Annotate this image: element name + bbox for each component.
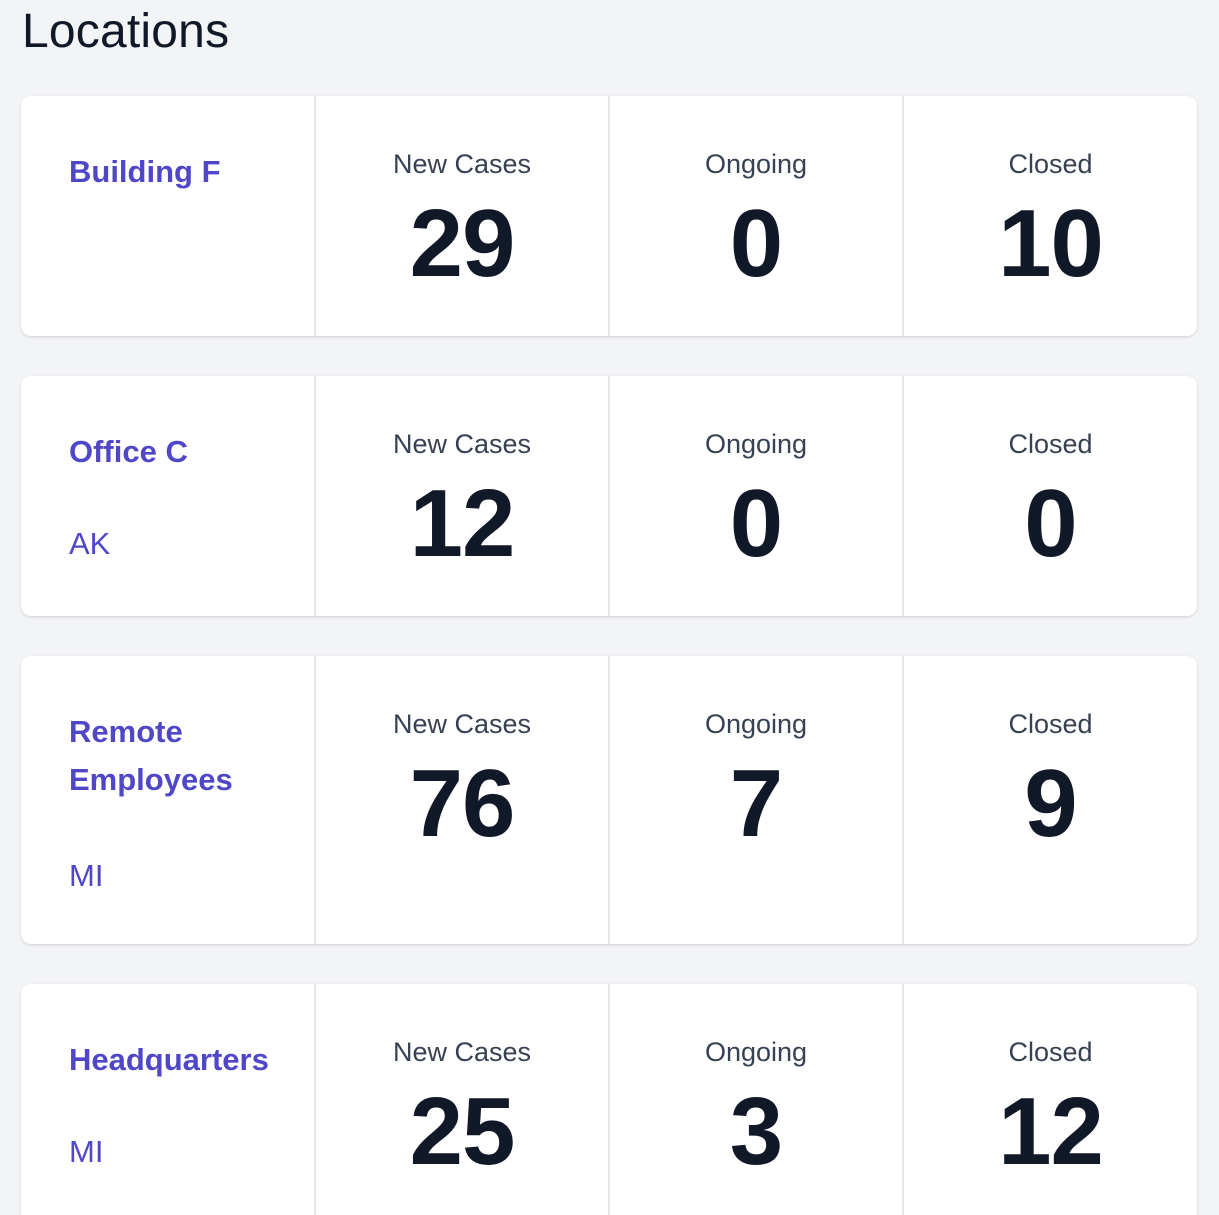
- ongoing-value: 3: [729, 1078, 783, 1185]
- location-card: Remote Employees MI New Cases 76 Ongoing…: [21, 656, 1197, 944]
- locations-page: Locations Building F New Cases 29 Ongoin…: [0, 0, 1219, 1215]
- closed-value: 10: [998, 190, 1104, 297]
- new-cases-value: 29: [409, 190, 516, 297]
- ongoing-stat: Ongoing 0: [610, 96, 904, 336]
- new-cases-value: 12: [409, 470, 516, 577]
- ongoing-value: 0: [729, 190, 783, 297]
- closed-value: 12: [998, 1078, 1104, 1185]
- location-card: Office C AK New Cases 12 Ongoing 0 Close…: [21, 376, 1197, 616]
- new-cases-stat: New Cases 25: [316, 984, 610, 1215]
- ongoing-value: 7: [729, 750, 783, 857]
- location-info: Office C AK: [21, 376, 316, 616]
- new-cases-stat: New Cases 29: [316, 96, 610, 336]
- closed-label: Closed: [1008, 429, 1093, 459]
- closed-stat: Closed 0: [904, 376, 1197, 616]
- location-name-link[interactable]: Office C: [69, 428, 314, 476]
- new-cases-label: New Cases: [392, 429, 532, 459]
- closed-label: Closed: [1008, 1037, 1093, 1067]
- location-name-link[interactable]: Remote Employees: [69, 708, 314, 804]
- new-cases-label: New Cases: [392, 1037, 532, 1067]
- new-cases-label: New Cases: [392, 709, 532, 739]
- ongoing-label: Ongoing: [704, 1037, 808, 1067]
- ongoing-value: 0: [729, 470, 783, 577]
- location-state: AK: [69, 526, 111, 561]
- location-state: MI: [69, 1134, 104, 1169]
- ongoing-stat: Ongoing 0: [610, 376, 904, 616]
- new-cases-stat: New Cases 76: [316, 656, 610, 944]
- location-info: Remote Employees MI: [21, 656, 316, 944]
- location-info: Building F: [21, 96, 316, 336]
- ongoing-stat: Ongoing 3: [610, 984, 904, 1215]
- location-state: MI: [69, 858, 104, 893]
- location-card: Building F New Cases 29 Ongoing 0 Closed…: [21, 96, 1197, 336]
- page-title: Locations: [22, 5, 230, 58]
- location-name-link[interactable]: Building F: [69, 148, 314, 196]
- ongoing-stat: Ongoing 7: [610, 656, 904, 944]
- new-cases-label: New Cases: [392, 149, 532, 179]
- location-name-link[interactable]: Headquarters: [69, 1036, 314, 1084]
- closed-value: 9: [1024, 750, 1077, 857]
- closed-label: Closed: [1008, 709, 1093, 739]
- closed-stat: Closed 10: [904, 96, 1197, 336]
- closed-stat: Closed 12: [904, 984, 1197, 1215]
- ongoing-label: Ongoing: [704, 709, 808, 739]
- location-info: Headquarters MI: [21, 984, 316, 1215]
- closed-stat: Closed 9: [904, 656, 1197, 944]
- ongoing-label: Ongoing: [704, 429, 808, 459]
- new-cases-value: 25: [409, 1078, 516, 1185]
- closed-value: 0: [1024, 470, 1077, 577]
- ongoing-label: Ongoing: [704, 149, 808, 179]
- new-cases-stat: New Cases 12: [316, 376, 610, 616]
- closed-label: Closed: [1008, 149, 1093, 179]
- new-cases-value: 76: [409, 750, 516, 857]
- location-card: Headquarters MI New Cases 25 Ongoing 3 C…: [21, 984, 1197, 1215]
